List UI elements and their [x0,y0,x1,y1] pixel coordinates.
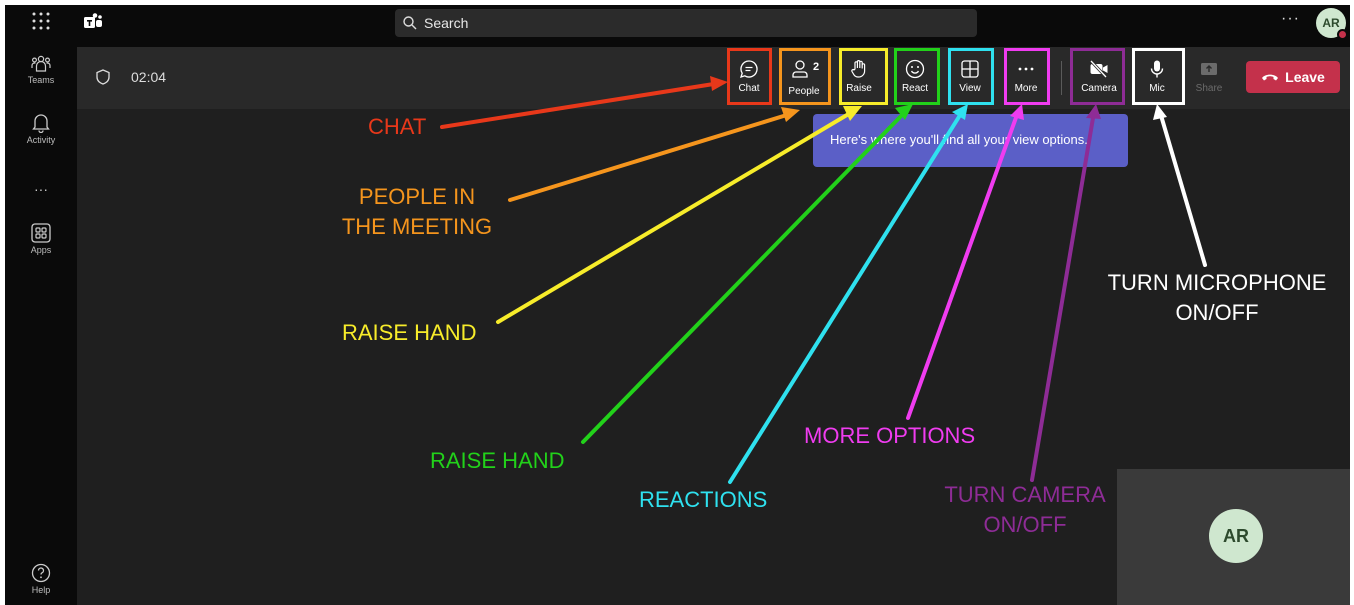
camera-highlight-box [1070,48,1125,105]
leave-label: Leave [1285,69,1325,85]
search-placeholder: Search [424,15,469,31]
annotation-people: PEOPLE IN THE MEETING [330,182,504,242]
leave-button[interactable]: Leave [1246,61,1340,93]
rail-label-activity: Activity [26,135,56,145]
people-highlight-box [779,48,831,105]
bell-icon [32,114,50,133]
view-options-tooltip: Here's where you'll find all your view o… [813,114,1128,167]
self-initials: AR [1223,525,1249,546]
annotation-raise-hand-yellow: RAISE HAND [342,320,477,345]
avatar-initials: AR [1322,16,1340,30]
annotation-mic-line2: ON/OFF [1175,300,1259,325]
more-options-icon[interactable]: ··· [1281,10,1300,28]
more-highlight-box [1004,48,1050,105]
self-avatar: AR [1209,509,1263,563]
share-button[interactable]: Share [1187,53,1231,105]
hang-up-icon [1262,74,1279,81]
rail-label-teams: Teams [27,75,55,85]
mic-highlight-box [1132,48,1185,105]
apps-icon [31,223,51,243]
share-label: Share [1195,83,1223,94]
app-launcher-icon[interactable] [31,11,51,31]
annotation-more-options: MORE OPTIONS [804,423,976,448]
self-video-preview[interactable]: AR [1117,469,1350,605]
react-highlight-box [894,48,940,105]
rail-item-more[interactable]: ··· [5,181,77,197]
annotation-chat: CHAT [368,114,427,139]
annotation-mic-line1: TURN MICROPHONE [1107,270,1327,295]
annotation-people-line1: PEOPLE IN [358,184,476,209]
annotation-reactions: REACTIONS [639,487,768,512]
profile-avatar[interactable]: AR [1316,8,1348,40]
help-icon [31,563,51,583]
annotation-mic: TURN MICROPHONE ON/OFF [1093,268,1341,328]
view-highlight-box [948,48,994,105]
tooltip-text: Here's where you'll find all your view o… [830,132,1088,147]
teams-logo-icon [84,13,102,28]
chat-highlight-box [727,48,772,105]
rail-item-help[interactable]: Help [5,563,77,595]
rail-item-apps[interactable]: Apps [5,223,77,255]
search-input[interactable]: Search [395,9,977,37]
rail-label-help: Help [31,585,51,595]
toolbar-divider [1061,61,1062,95]
top-bar: Search ··· AR [5,5,1350,41]
annotation-camera-line2: ON/OFF [983,512,1067,537]
raise-highlight-box [839,48,888,105]
annotation-camera-line1: TURN CAMERA [944,482,1106,507]
annotation-camera: TURN CAMERA ON/OFF [932,480,1118,540]
rail-item-teams[interactable]: Teams [5,55,77,85]
app-bar: Teams Activity ··· Apps Help [5,41,77,605]
meeting-timer: 02:04 [131,69,167,85]
rail-item-activity[interactable]: Activity [5,113,77,145]
share-icon [1201,63,1217,75]
more-icon: ··· [34,181,48,197]
rail-label-apps: Apps [30,245,52,255]
annotation-raise-hand-green: RAISE HAND [430,448,565,473]
status-busy-icon [1337,29,1348,40]
search-icon [403,16,417,30]
shield-icon[interactable] [96,69,110,85]
teams-icon [31,55,51,72]
annotation-people-line2: THE MEETING [341,214,493,239]
